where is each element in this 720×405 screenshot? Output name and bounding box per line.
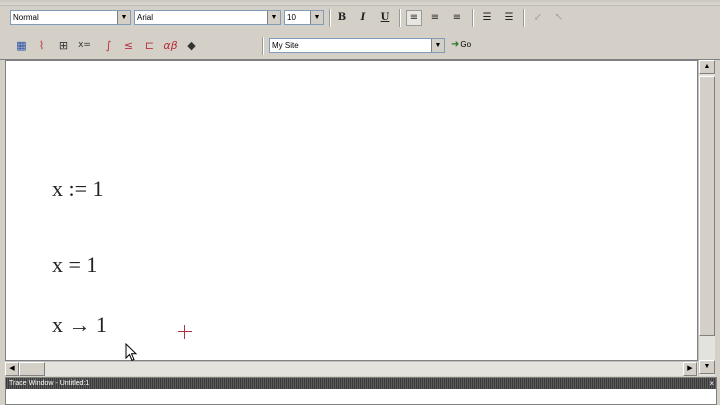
style-combo[interactable]: Normal ▼ — [10, 10, 131, 25]
numbered-list-button[interactable]: ☰ — [501, 10, 517, 26]
go-label: Go — [460, 40, 472, 49]
font-combo[interactable]: Arial ▼ — [134, 10, 281, 25]
calculus-icon[interactable]: ∫ — [101, 38, 116, 53]
worksheet-area[interactable] — [5, 60, 698, 361]
chevron-down-icon[interactable]: ▼ — [431, 39, 444, 52]
align-right-icon: ≡ — [452, 12, 462, 23]
numbered-list-icon: ☰ — [504, 12, 514, 23]
close-icon[interactable]: × — [709, 378, 714, 389]
definition-region[interactable]: x := 1 — [52, 176, 104, 202]
align-center-icon: ≡ — [430, 12, 440, 23]
horizontal-scrollbar[interactable]: ◀ ▶ — [5, 361, 698, 376]
underline-button[interactable]: U — [377, 10, 393, 26]
align-left-button[interactable]: ≡ — [406, 10, 422, 26]
trace-window-title-text: Trace Window - Untitled:1 — [9, 380, 90, 387]
font-value: Arial — [137, 13, 154, 22]
resources-value: My Site — [272, 41, 299, 50]
greek-icon[interactable]: αβ — [163, 38, 178, 53]
scroll-left-button[interactable]: ◀ — [5, 362, 19, 376]
chevron-down-icon[interactable]: ▼ — [310, 11, 323, 24]
toolbar-separator — [472, 9, 474, 27]
superscript-button[interactable]: ↖ — [551, 10, 567, 26]
scroll-up-button[interactable]: ▲ — [699, 60, 715, 74]
formatting-toolbar: Normal ▼ Arial ▼ 10 ▼ B I U ≡ ≡ ≡ ☰ ☰ ↙ … — [0, 6, 720, 30]
align-right-button[interactable]: ≡ — [449, 10, 465, 26]
toolbar-separator — [262, 37, 264, 55]
align-center-button[interactable]: ≡ — [427, 10, 443, 26]
programming-icon[interactable]: ⊏ — [142, 38, 157, 53]
calculator-icon[interactable]: ▦ — [14, 38, 29, 53]
scroll-down-button[interactable]: ▼ — [699, 360, 715, 374]
style-value: Normal — [13, 13, 39, 22]
bold-button[interactable]: B — [334, 10, 350, 26]
go-arrow-icon: ➜ — [451, 39, 460, 50]
vertical-scrollbar[interactable]: ▲ ▼ — [698, 60, 715, 376]
graph-icon[interactable]: ⌇ — [34, 38, 49, 53]
subscript-icon: ↙ — [533, 12, 543, 23]
subscript-button[interactable]: ↙ — [530, 10, 546, 26]
chevron-down-icon[interactable]: ▼ — [267, 11, 280, 24]
evaluation-region[interactable]: x = 1 — [52, 252, 97, 278]
resources-combo[interactable]: My Site ▼ — [269, 38, 445, 53]
font-size-value: 10 — [287, 13, 296, 22]
trace-window: Trace Window - Untitled:1 × — [5, 377, 717, 405]
crosshair-cursor — [178, 325, 192, 339]
trace-window-title[interactable]: Trace Window - Untitled:1 — [6, 378, 716, 389]
italic-button[interactable]: I — [355, 10, 371, 26]
horizontal-scroll-thumb[interactable] — [19, 362, 45, 376]
evaluation-icon[interactable]: x= — [77, 38, 92, 53]
bullet-list-button[interactable]: ☰ — [479, 10, 495, 26]
go-button[interactable]: ➜Go — [451, 38, 471, 52]
toolbar-separator — [329, 9, 331, 27]
chevron-down-icon[interactable]: ▼ — [117, 11, 130, 24]
bullet-list-icon: ☰ — [482, 12, 492, 23]
matrix-icon[interactable]: ⊞ — [56, 38, 71, 53]
symbolic-evaluation-region[interactable]: x → 1 — [52, 312, 107, 338]
align-left-icon: ≡ — [409, 12, 419, 23]
toolbar-separator — [399, 9, 401, 27]
math-toolbar: ▦ ⌇ ⊞ x= ∫ ≤ ⊏ αβ ◆ My Site ▼ ➜Go — [0, 33, 720, 60]
font-size-combo[interactable]: 10 ▼ — [284, 10, 324, 25]
mouse-pointer-icon — [125, 343, 138, 362]
scroll-right-button[interactable]: ▶ — [683, 362, 697, 376]
symbolic-icon[interactable]: ◆ — [184, 38, 199, 53]
superscript-icon: ↖ — [554, 12, 564, 23]
vertical-scroll-thumb[interactable] — [699, 76, 715, 336]
toolbar-separator — [523, 9, 525, 27]
boolean-icon[interactable]: ≤ — [121, 38, 136, 53]
